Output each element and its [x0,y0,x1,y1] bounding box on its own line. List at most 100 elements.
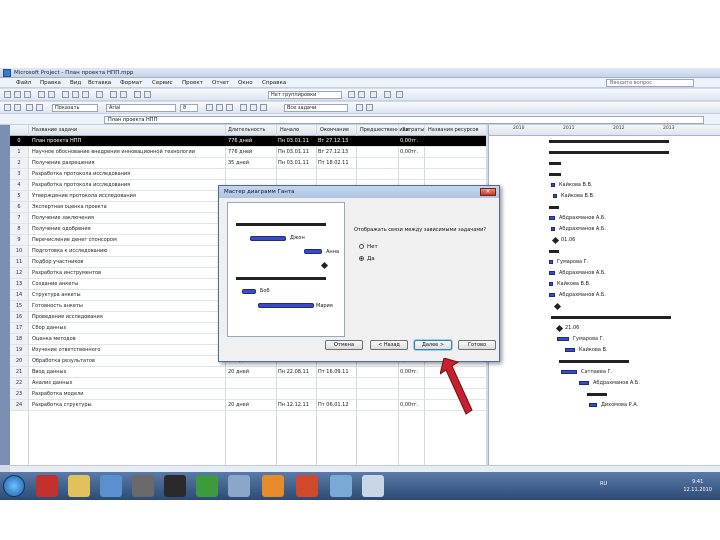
col-header-start[interactable]: Начало [280,127,299,133]
table-row[interactable]: 21 Ввод данных 20 дней Пн 22.08.11 Пт 16.09.… [10,367,486,378]
gantt-summary-bar[interactable] [549,151,669,154]
row-id[interactable]: 14 [10,290,28,300]
cell-duration[interactable]: 776 дней [228,149,274,155]
row-id[interactable]: 12 [10,268,28,278]
cell-name[interactable]: Проведение исследования [32,314,222,320]
row-id[interactable]: 24 [10,400,28,410]
radio-yes-dot[interactable] [359,256,364,261]
gantt-task-bar[interactable] [549,216,555,220]
row-id[interactable]: 5 [10,191,28,201]
cell-name[interactable]: Получение одобрения [32,226,222,232]
cell-name[interactable]: Получение разрешения [32,160,222,166]
row-id[interactable]: 15 [10,301,28,311]
taskbar-app-icon[interactable] [36,475,58,497]
align-center-icon[interactable] [250,104,257,111]
col-header-finish[interactable]: Окончание [320,127,349,133]
open-icon[interactable] [14,91,21,98]
row-id[interactable]: 2 [10,158,28,168]
cell-name[interactable]: Ввод данных [32,369,222,375]
col-header-resources[interactable]: Названия ресурсов [428,127,479,133]
cell-name[interactable]: Получение заключения [32,215,222,221]
row-id[interactable]: 6 [10,202,28,212]
paste-icon[interactable] [82,91,89,98]
row-id[interactable]: 8 [10,224,28,234]
underline-icon[interactable] [226,104,233,111]
scroll-to-task-icon[interactable] [370,91,377,98]
row-id[interactable]: 23 [10,389,28,399]
cell-finish[interactable]: Пт 18.02.11 [318,160,356,166]
gantt-task-bar[interactable] [549,271,555,275]
chrome-icon[interactable] [262,475,284,497]
finish-button[interactable]: Готово [458,340,496,350]
cell-duration[interactable]: 20 дней [228,369,274,375]
notes-icon[interactable] [144,91,151,98]
cut-icon[interactable] [62,91,69,98]
table-row[interactable]: 2 Получение разрешения 35 дней Пн 03.01.11 П… [10,158,486,169]
outdent-icon[interactable] [4,104,11,111]
col-header-cost[interactable]: Затраты [402,127,424,133]
row-id[interactable]: 0 [10,136,28,146]
cell-finish[interactable]: Вт 27.12.13 [318,149,356,155]
cell-cost[interactable]: 0,00тг. [400,369,424,375]
cell-finish[interactable]: Пт 06.01.12 [318,402,356,408]
zoom-in-icon[interactable] [348,91,355,98]
menu-format[interactable]: Формат [120,80,142,86]
menu-tools[interactable]: Сервис [152,80,173,86]
gantt-task-bar[interactable] [551,183,555,187]
gantt-task-bar[interactable] [551,227,555,231]
save-icon[interactable] [24,91,31,98]
filter-select[interactable]: Все задачи [284,104,348,112]
media-icon[interactable] [100,475,122,497]
menu-edit[interactable]: Правка [40,80,61,86]
bold-icon[interactable] [206,104,213,111]
cell-name[interactable]: Разработка протокола исследования [32,182,222,188]
view-bar[interactable]: Диаграмма Ганта [0,125,16,465]
menu-insert[interactable]: Вставка [88,80,111,86]
minus-icon[interactable] [36,104,43,111]
link-icon[interactable] [110,91,117,98]
gantt-task-bar[interactable] [549,282,553,286]
undo-icon[interactable] [96,91,103,98]
gantt-summary-bar[interactable] [549,206,559,209]
cell-cost[interactable]: 0,00тг. [400,138,424,144]
cell-name[interactable]: Перечисление денег спонсором [32,237,222,243]
group-by-select[interactable]: Нет группировки [268,91,342,99]
table-row[interactable]: 23 Разработка модели [10,389,486,400]
preview-icon[interactable] [48,91,55,98]
new-icon[interactable] [4,91,11,98]
autofilter-icon[interactable] [356,104,363,111]
gantt-task-bar[interactable] [553,194,557,198]
cell-name[interactable]: Готовность анкеты [32,303,222,309]
gantt-task-bar[interactable] [549,260,553,264]
row-id[interactable]: 7 [10,213,28,223]
copy-icon[interactable] [72,91,79,98]
indent-icon[interactable] [14,104,21,111]
print-icon[interactable] [38,91,45,98]
cell-name[interactable]: Подготовка к исследованию [32,248,222,254]
cell-finish[interactable]: Вт 27.12.13 [318,138,356,144]
folder-icon[interactable] [68,475,90,497]
menu-window[interactable]: Окно [238,80,253,86]
cancel-button[interactable]: Отмена [325,340,363,350]
cell-name[interactable]: Обработка результатов [32,358,222,364]
row-id[interactable]: 9 [10,235,28,245]
menu-report[interactable]: Отчет [212,80,229,86]
menu-help[interactable]: Справка [262,80,286,86]
row-id[interactable]: 11 [10,257,28,267]
gantt-milestone[interactable] [553,302,562,311]
horizontal-scrollbar[interactable] [10,465,720,472]
col-header-duration[interactable]: Длительность [228,127,265,133]
powerpoint-icon[interactable] [296,475,318,497]
align-left-icon[interactable] [240,104,247,111]
cell-name[interactable]: Структура анкеты [32,292,222,298]
row-id[interactable]: 1 [10,147,28,157]
cell-start[interactable]: Пн 22.08.11 [278,369,316,375]
language-indicator[interactable]: RU [600,481,607,487]
show-select[interactable]: Показать [52,104,98,112]
row-id[interactable]: 21 [10,367,28,377]
cell-duration[interactable]: 20 дней [228,402,274,408]
cell-name[interactable]: Сбор данных [32,325,222,331]
row-id[interactable]: 10 [10,246,28,256]
cell-name[interactable]: Разработка структуры [32,402,222,408]
table-row[interactable]: 3 Разработка протокола исследования [10,169,486,180]
